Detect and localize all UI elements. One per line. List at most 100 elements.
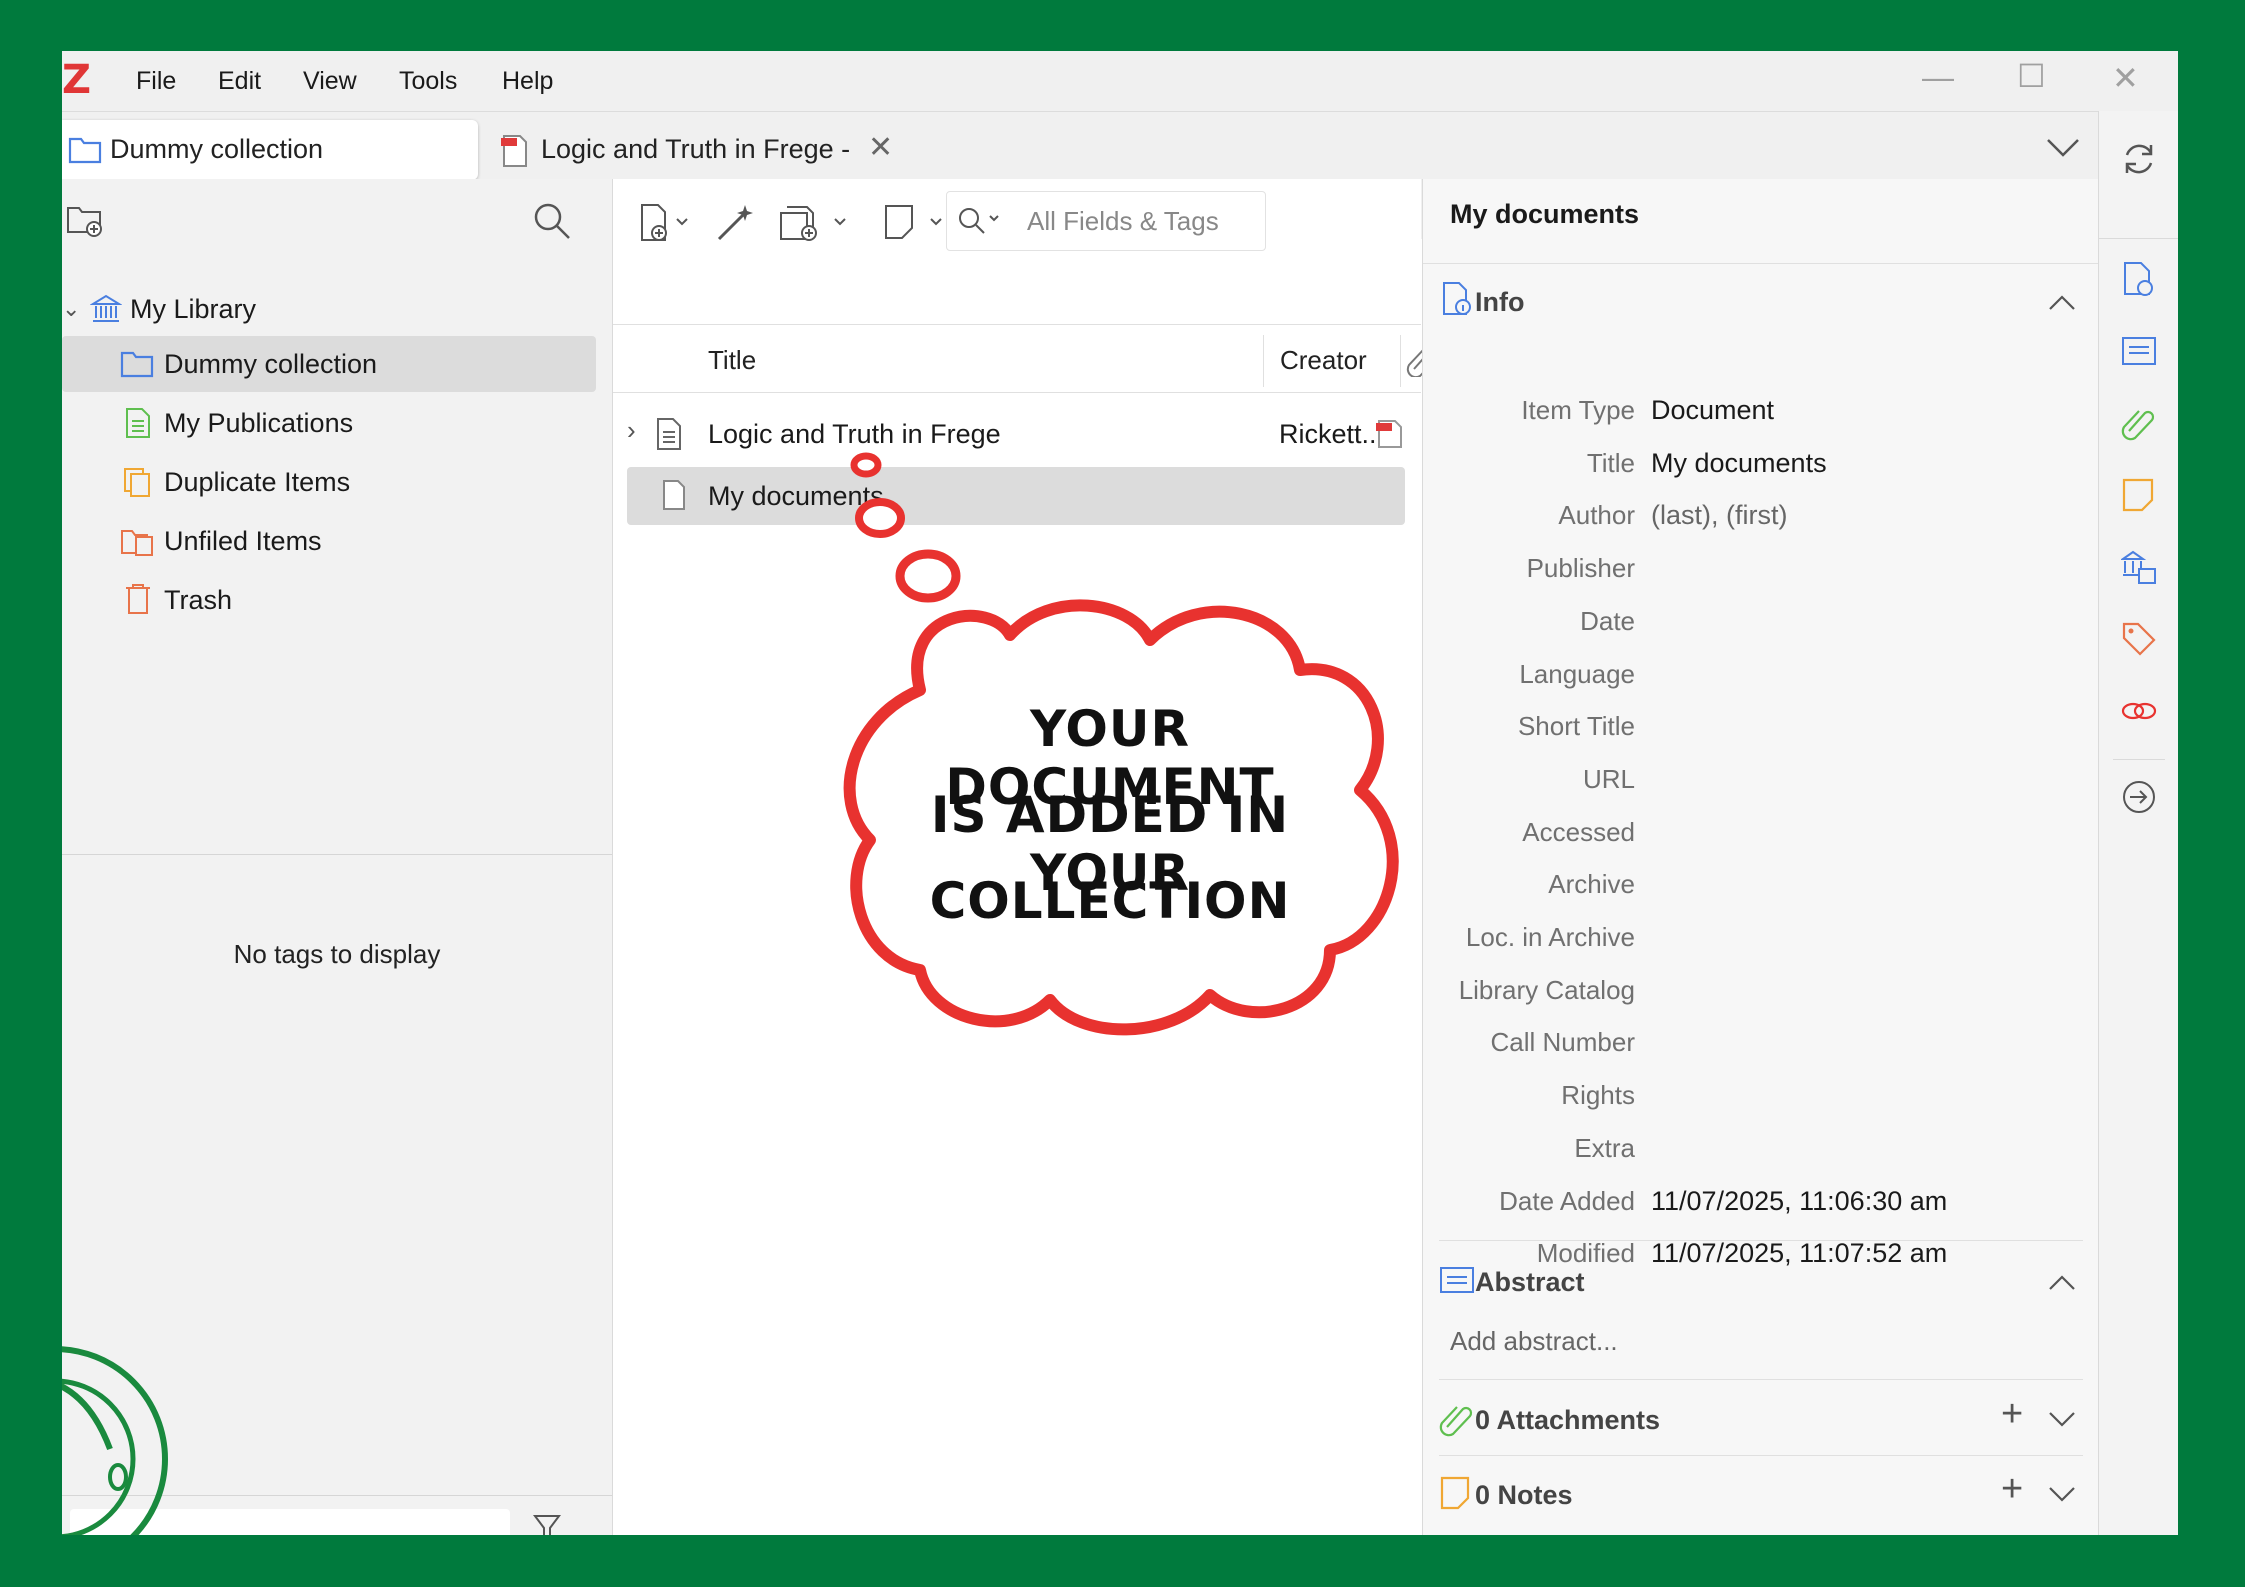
book-section-icon: [657, 418, 681, 450]
note-icon[interactable]: [2121, 477, 2157, 513]
expand-chevron-down-icon[interactable]: [2047, 1484, 2077, 1504]
menu-help[interactable]: Help: [502, 51, 553, 111]
libraries-collections-icon[interactable]: [2121, 549, 2157, 585]
tree-my-publications[interactable]: My Publications: [62, 395, 596, 451]
sync-icon[interactable]: [2119, 139, 2159, 179]
field-value[interactable]: [1651, 1027, 1951, 1057]
item-pane: My documents Info Item Type Document Title…: [1422, 179, 2099, 1535]
field-value[interactable]: [1651, 553, 1951, 583]
field-label: Author: [1558, 500, 1635, 530]
divider: [1263, 335, 1264, 387]
tabs-dropdown-chevron-icon[interactable]: [2045, 136, 2081, 160]
tree-my-library[interactable]: ⌄ My Library: [62, 281, 612, 337]
field-value[interactable]: [1651, 764, 1951, 794]
collapse-chevron-up-icon[interactable]: [2047, 1273, 2077, 1293]
row-title: My documents: [708, 481, 884, 511]
tree-item-label: Trash: [164, 585, 233, 615]
search-icon: [959, 208, 999, 234]
search-field[interactable]: All Fields & Tags: [946, 191, 1266, 251]
menubar: Z File Edit View Tools Help — ☐ ✕: [62, 51, 2178, 111]
field-value[interactable]: [1651, 659, 1951, 689]
tab-library[interactable]: Dummy collection: [62, 120, 478, 180]
column-creator-header[interactable]: Creator: [1280, 345, 1367, 376]
add-attachment-button[interactable]: +: [2001, 1393, 2023, 1436]
field-value[interactable]: [1651, 869, 1951, 899]
table-row-selected[interactable]: My documents: [627, 467, 1405, 525]
field-value[interactable]: My documents: [1651, 448, 1951, 479]
tag-actions-icon[interactable]: [532, 1513, 562, 1535]
divider: [2099, 238, 2178, 239]
tree-my-library-label: My Library: [130, 294, 257, 324]
field-label: Title: [1586, 448, 1635, 478]
abstract-input[interactable]: Add abstract...: [1450, 1326, 1618, 1357]
menu-tools[interactable]: Tools: [399, 51, 457, 111]
field-label: Archive: [1548, 869, 1635, 899]
divider: [2113, 759, 2165, 760]
field-value[interactable]: 11/07/2025, 11:07:52 am: [1651, 1238, 1951, 1269]
tree-trash[interactable]: Trash: [62, 572, 596, 628]
tree-dummy-collection[interactable]: Dummy collection: [62, 336, 596, 392]
duplicate-icon: [124, 468, 150, 497]
maximize-button[interactable]: ☐: [2017, 57, 2046, 95]
tree-item-label: My Publications: [164, 408, 354, 438]
row-title: Logic and Truth in Frege: [708, 419, 1001, 449]
menu-view[interactable]: View: [303, 51, 357, 111]
callout-line-3: COLLECTION: [929, 872, 1291, 930]
add-note-button[interactable]: +: [2001, 1468, 2023, 1511]
tab-close-icon[interactable]: ✕: [868, 130, 893, 165]
tree-item-label: Duplicate Items: [164, 467, 351, 497]
zotero-logo: Z: [62, 57, 92, 103]
paperclip-icon[interactable]: [2121, 405, 2157, 441]
new-item-icon[interactable]: [639, 203, 689, 243]
menu-edit[interactable]: Edit: [218, 51, 261, 111]
new-note-icon[interactable]: [883, 203, 949, 243]
tab-library-label: Dummy collection: [110, 134, 324, 164]
add-by-identifier-wand-icon[interactable]: [715, 201, 757, 243]
divider: [613, 324, 1421, 325]
field-value[interactable]: [1651, 711, 1951, 741]
tab-reader-label[interactable]: Logic and Truth in Frege -: [541, 134, 850, 165]
info-icon[interactable]: [2121, 261, 2157, 297]
field-value[interactable]: Document: [1651, 395, 1951, 426]
item-pane-sidenav: [2098, 111, 2178, 1535]
divider: [1439, 1240, 2083, 1241]
field-value[interactable]: [1651, 975, 1951, 1005]
related-link-icon[interactable]: [2121, 693, 2157, 729]
locate-icon[interactable]: [2121, 779, 2157, 815]
divider: [1439, 1455, 2083, 1456]
document-icon: [663, 480, 685, 510]
abstract-icon[interactable]: [2121, 333, 2157, 369]
minimize-button[interactable]: —: [1922, 59, 1954, 96]
menu-file[interactable]: File: [136, 51, 176, 111]
pdf-icon: [501, 135, 527, 167]
add-attachment-icon[interactable]: [779, 203, 853, 243]
tree-item-label: Dummy collection: [164, 349, 378, 379]
field-label: Library Catalog: [1458, 975, 1635, 1005]
field-value[interactable]: 11/07/2025, 11:06:30 am: [1651, 1186, 1951, 1217]
field-label: Short Title: [1517, 711, 1635, 741]
note-icon: [1440, 1476, 1470, 1510]
pdf-icon[interactable]: [1375, 419, 1403, 449]
collapse-chevron-up-icon[interactable]: [2047, 293, 2077, 313]
divider: [613, 392, 1421, 393]
field-value[interactable]: [1651, 922, 1951, 952]
field-value[interactable]: [1651, 1133, 1951, 1163]
new-collection-icon[interactable]: [66, 201, 104, 239]
tag-icon[interactable]: [2121, 621, 2157, 657]
field-value[interactable]: (last), (first): [1651, 500, 1951, 531]
field-value[interactable]: [1651, 606, 1951, 636]
search-icon[interactable]: [532, 201, 572, 241]
row-creator: Rickett...: [1279, 419, 1385, 449]
folder-icon: [68, 137, 102, 164]
table-row[interactable]: › Logic and Truth in Frege Rickett...: [627, 407, 1407, 463]
tree-unfiled-items[interactable]: Unfiled Items: [62, 513, 596, 569]
decorative-swirl-icon: [62, 1346, 168, 1535]
field-label: Rights: [1561, 1080, 1635, 1110]
field-value[interactable]: [1651, 817, 1951, 847]
field-value[interactable]: [1651, 1080, 1951, 1110]
column-title-header[interactable]: Title: [708, 345, 756, 376]
close-window-button[interactable]: ✕: [2112, 59, 2139, 97]
expand-chevron-down-icon[interactable]: [2047, 1409, 2077, 1429]
divider: [1400, 335, 1401, 387]
tree-duplicate-items[interactable]: Duplicate Items: [62, 454, 596, 510]
